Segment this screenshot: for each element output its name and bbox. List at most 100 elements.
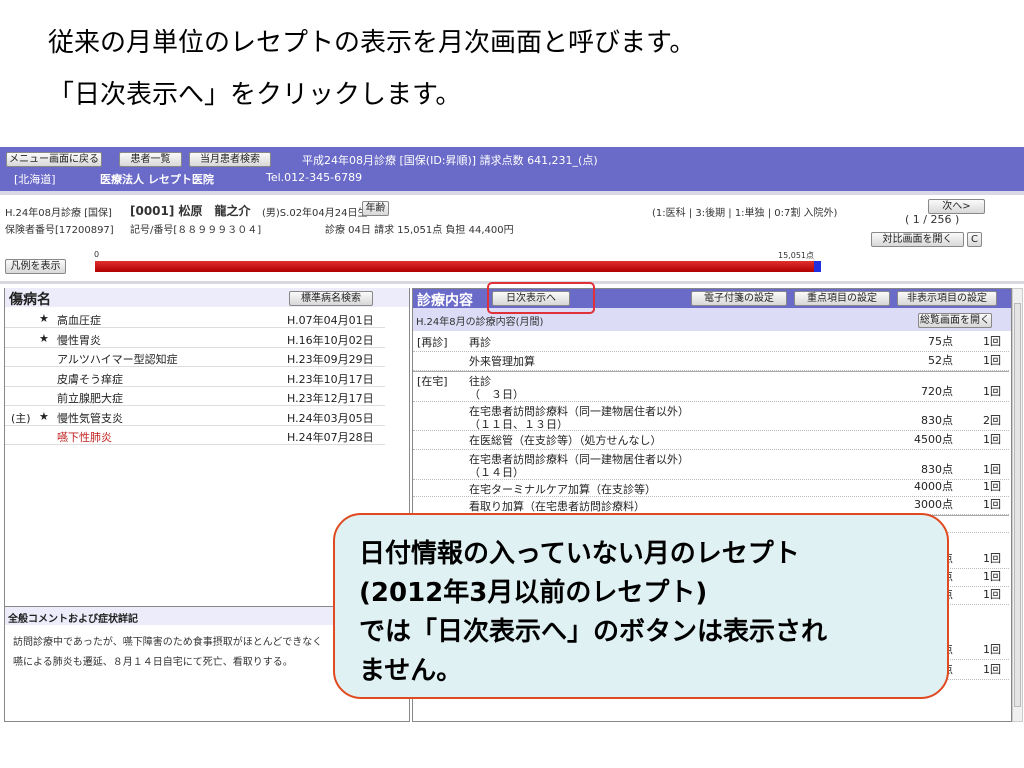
treatment-name: 外来管理加算 [469,355,535,368]
month-patient-search-button[interactable]: 当月患者検索 [189,152,271,167]
disease-date: H.24年03月05日 [287,411,374,425]
treatment-count: 1回 [983,433,1001,446]
treatment-category: [再診] [417,336,448,349]
app-header: メニュー画面に戻る 患者一覧 当月患者検索 平成24年08月診療 [国保(ID:… [0,147,1024,195]
disease-date: H.07年04月01日 [287,314,374,327]
treatment-title: 診療内容 [417,293,473,309]
card-number: 記号/番号[８８９９９３０４] [130,225,262,236]
treatment-name: 往診 （ ３日） [469,375,524,401]
legend-button[interactable]: 凡例を表示 [5,259,66,274]
bar-min-label: 0 [94,250,100,259]
disease-date: H.23年09月29日 [287,353,374,366]
treatment-count: 1回 [983,498,1001,511]
daily-button-highlight [487,282,595,314]
next-button[interactable]: 次へ> [928,199,985,214]
compare-button[interactable]: 対比画面を開く [871,232,964,247]
disease-name: アルツハイマー型認知症 [57,353,178,366]
disease-row: (主) ★ 慢性気管支炎 H.24年03月05日 [5,407,385,426]
bar-max-label: 15,051点 [778,251,814,260]
treatment-count: 1回 [983,663,1001,676]
age-button[interactable]: 年齢 [362,201,389,216]
claim-summary: 診療 04日 請求 15,051点 負担 44,400円 [325,225,514,236]
disease-date: H.23年12月17日 [287,392,374,405]
disease-row: ★ 高血圧症 H.07年04月01日 [5,309,385,328]
prefecture: [北海道] [14,173,56,186]
comment-line1: 訪問診療中であったが、嚥下障害のため食事摂取がほとんどできなく [13,637,323,648]
callout-line2: (2012年3月以前のレセプト) [359,578,708,608]
patient-sex-birth: (男)S.02年04月24日生 [262,208,368,219]
treatment-count: 1回 [983,643,1001,656]
disease-date: H.23年10月17日 [287,372,374,386]
c-button[interactable]: C [967,232,982,247]
treatment-row: 在医総管（在支診等）（処方せんなし） 4500点 1回 [413,431,1009,450]
treatment-row: 外来管理加算 52点 1回 [413,352,1009,371]
star-icon: ★ [39,331,49,345]
disease-prefix: (主) [11,411,31,425]
points-bar [95,261,821,272]
scrollbar[interactable] [1012,288,1023,722]
treatment-count: 1回 [983,335,1001,348]
treatment-points: 720点 [921,385,953,398]
clinic-tel: Tel.012-345-6789 [266,171,363,184]
treatment-count: 1回 [983,552,1001,565]
disease-name: 嚥下性肺炎 [57,431,112,444]
insurance-category: (1:医科 | 3:後期 | 1:単独 | 0:7割 入院外) [652,208,838,219]
treatment-row: [再診] 再診 75点 1回 [413,333,1009,352]
comment-line2: 嚥による肺炎も遷延、８月１４日自宅にて死亡、看取りする。 [13,657,293,668]
treatment-points: 4000点 [914,480,953,493]
star-icon: ★ [39,312,49,325]
priority-settings-button[interactable]: 重点項目の設定 [794,291,890,306]
slide-title-line2: 「日次表示へ」をクリックします。 [48,80,462,110]
treatment-name: 在医総管（在支診等）（処方せんなし） [469,434,662,447]
treatment-row: [在宅] 往診 （ ３日） 720点 1回 [413,371,1009,402]
disease-row: 前立腺肥大症 H.23年12月17日 [5,387,385,406]
period: H.24年08月診療 [国保] [5,208,112,219]
claim-info: 平成24年08月診療 [国保(ID:昇順)] 請求点数 641,231_(点) [302,154,598,167]
treatment-count: 1回 [983,463,1001,476]
disease-header: 傷病名 標準病名検索 [5,288,409,308]
treatment-category: [在宅] [417,375,448,388]
patient-name: [0001] 松原 龍之介 [130,204,251,218]
disease-date: H.24年07月28日 [287,431,374,444]
disease-date: H.16年10月02日 [287,333,374,347]
points-bar-fill [95,261,814,272]
standard-disease-search-button[interactable]: 標準病名検索 [289,291,373,306]
callout-line3: では「日次表示へ」のボタンは表示され [359,617,828,647]
treatment-row: 在宅患者訪問診療料（同一建物居住者以外） （１１日、１３日） 830点 2回 [413,402,1009,431]
e-tag-settings-button[interactable]: 電子付箋の設定 [691,291,787,306]
page-counter: ( 1 / 256 ) [905,213,960,226]
treatment-name: 看取り加算（在宅患者訪問診療料） [469,500,645,513]
disease-name: 高血圧症 [57,314,101,327]
scrollbar-thumb[interactable] [1014,303,1021,707]
treatment-row: 在宅ターミナルケア加算（在支診等） 4000点 1回 [413,480,1009,497]
clinic-name: 医療法人 レセプト医院 [100,173,214,186]
disease-name: 皮膚そう痒症 [57,372,123,386]
treatment-points: 4500点 [914,433,953,446]
menu-button[interactable]: メニュー画面に戻る [6,152,102,167]
patient-list-button[interactable]: 患者一覧 [119,152,182,167]
callout-note: 日付情報の入っていない月のレセプト (2012年3月以前のレセプト) では「日次… [333,513,949,699]
treatment-name: 在宅患者訪問診療料（同一建物居住者以外） （１４日） [469,453,689,479]
treatment-count: 1回 [983,480,1001,493]
slide-title-line1: 従来の月単位のレセプトの表示を月次画面と呼びます。 [48,28,696,58]
treatment-name: 在宅患者訪問診療料（同一建物居住者以外） （１１日、１３日） [469,405,689,431]
hidden-item-settings-button[interactable]: 非表示項目の設定 [897,291,997,306]
treatment-row: 在宅患者訪問診療料（同一建物居住者以外） （１４日） 830点 1回 [413,450,1009,480]
disease-row: アルツハイマー型認知症 H.23年09月29日 [5,348,385,367]
treatment-name: 再診 [469,336,491,349]
overview-button[interactable]: 総覧画面を開く [918,313,992,328]
treatment-count: 1回 [983,570,1001,583]
treatment-points: 830点 [921,463,953,476]
comment-title: 全般コメントおよび症状詳記 [8,614,138,625]
callout-line1: 日付情報の入っていない月のレセプト [359,539,800,569]
insurer-number: 保険者番号[17200897] [5,225,114,236]
star-icon: ★ [39,409,49,423]
treatment-points: 830点 [921,414,953,427]
treatment-points: 52点 [928,354,953,367]
callout-line4: ません。 [359,656,463,686]
treatment-name: 在宅ターミナルケア加算（在支診等） [469,483,656,496]
treatment-count: 2回 [983,414,1001,427]
treatment-count: 1回 [983,588,1001,601]
disease-name: 慢性気管支炎 [57,411,123,425]
disease-row: 嚥下性肺炎 H.24年07月28日 [5,426,385,445]
